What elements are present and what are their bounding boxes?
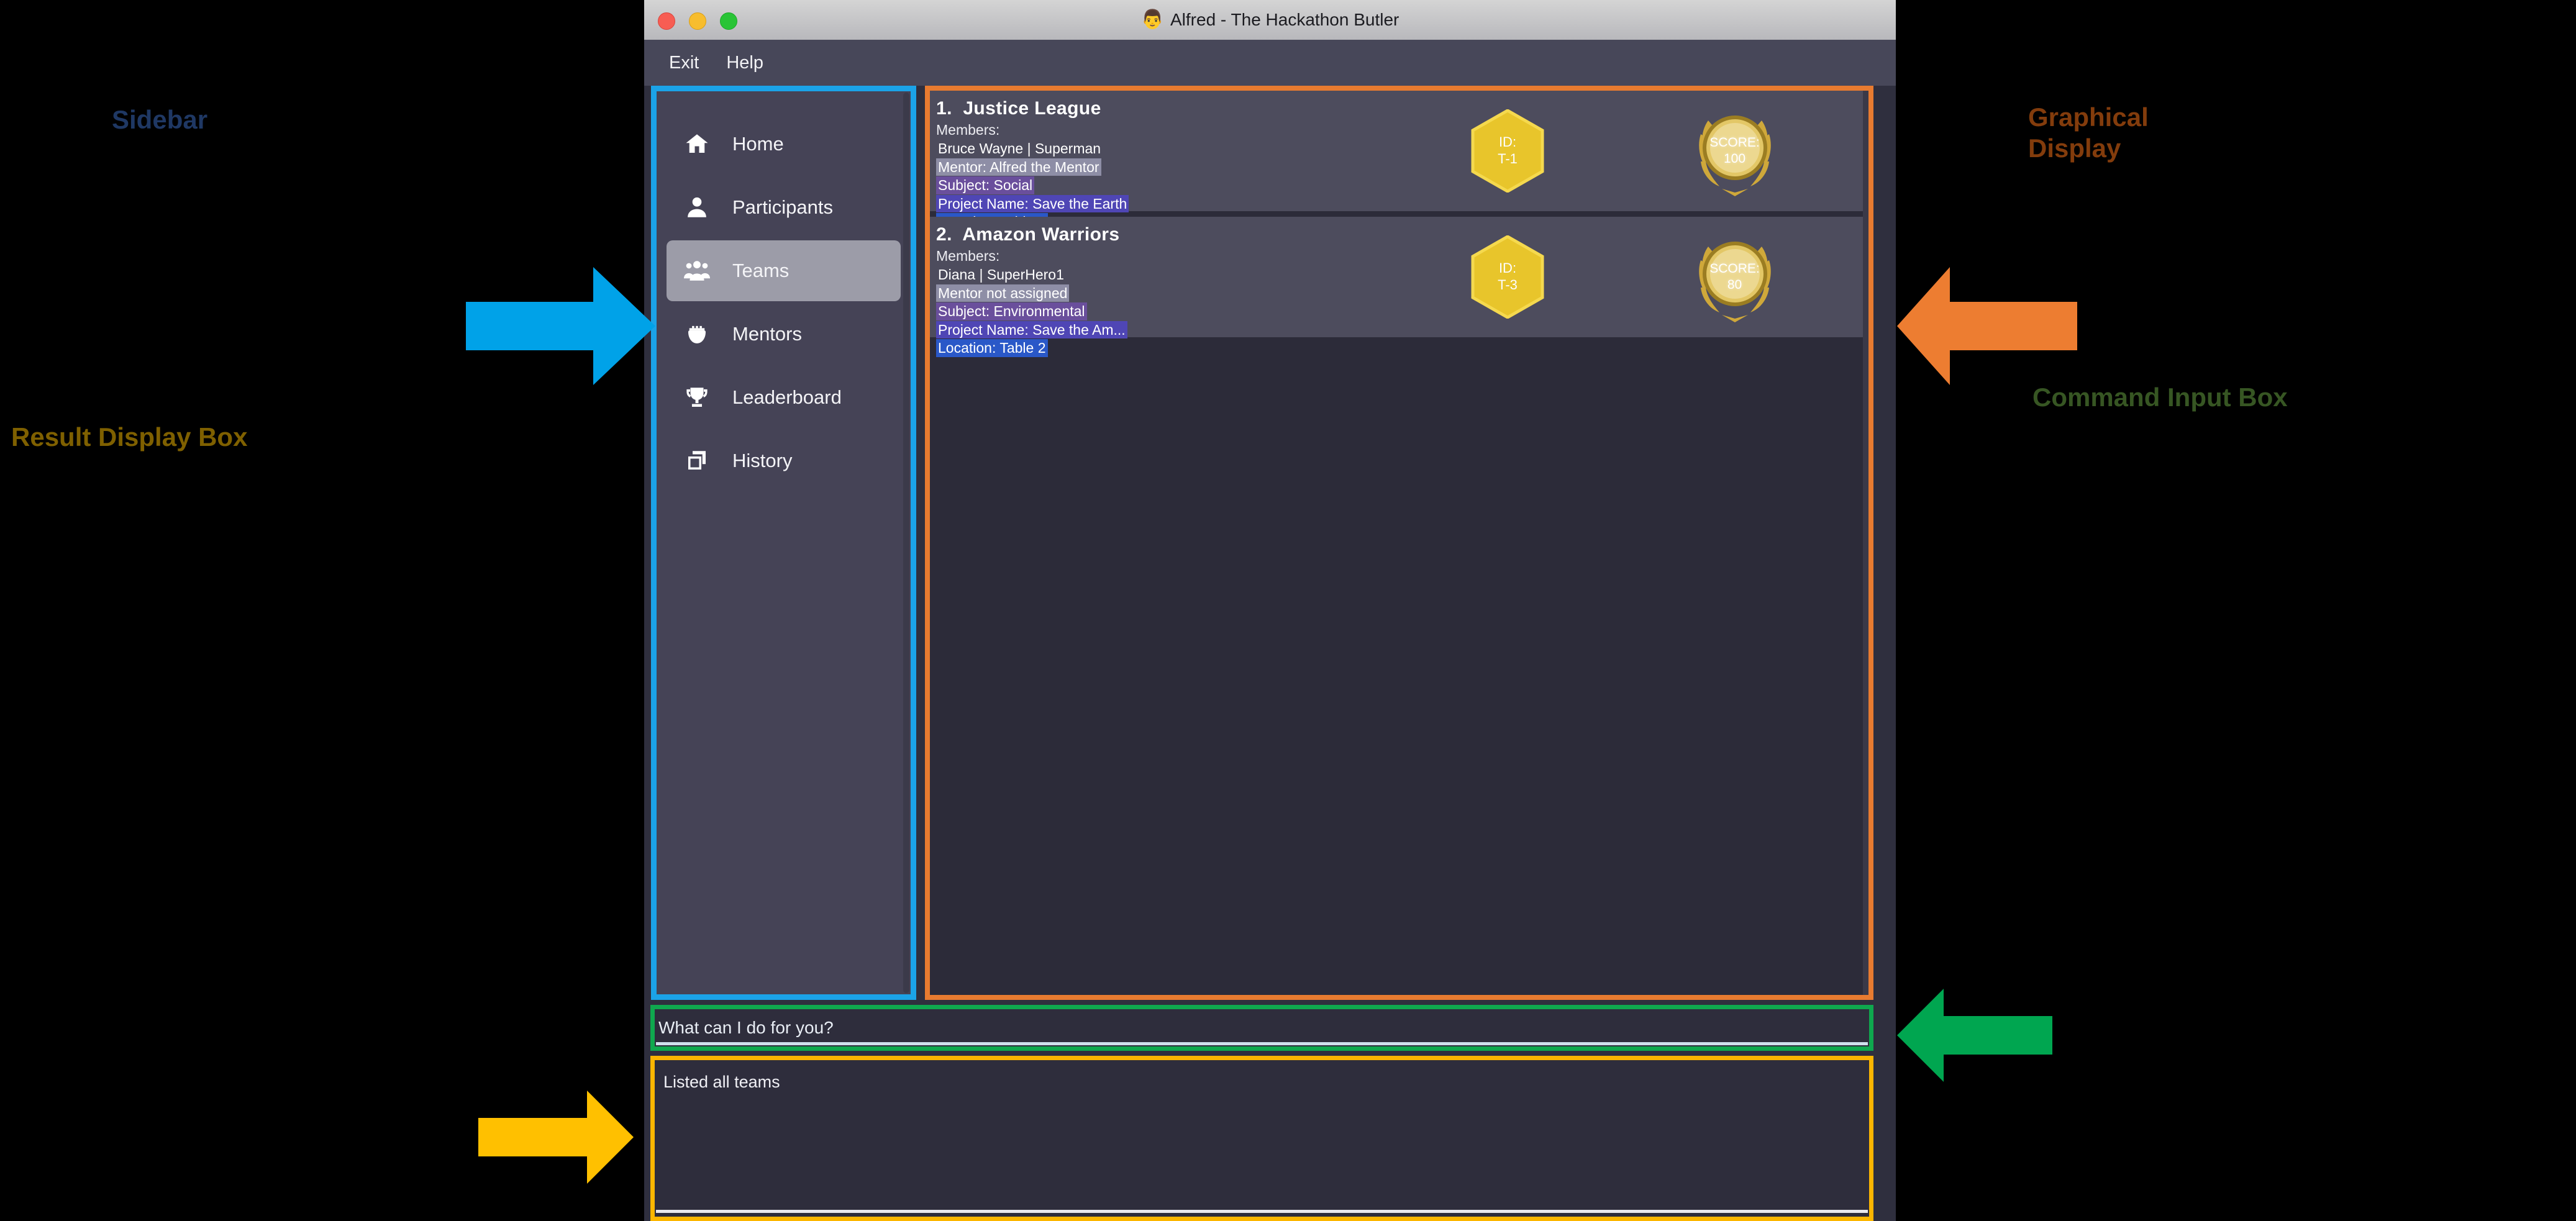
team-subject: Subject: Social: [936, 176, 1035, 194]
team-score-medal-wrap: SCORE: 100: [1601, 91, 1868, 211]
sidebar-item-teams[interactable]: Teams: [667, 240, 901, 301]
home-icon: [678, 131, 716, 157]
team-mentor: Mentor: Alfred the Mentor: [936, 158, 1101, 176]
team-id-badge-wrap: ID: T-3: [1414, 217, 1601, 337]
sidebar-scrollbar[interactable]: [903, 93, 909, 993]
sidebar-item-label: Teams: [732, 260, 790, 281]
person-icon: [678, 194, 716, 220]
team-id-label: ID:: [1498, 260, 1517, 276]
annotation-graphical-display-arrow: [1897, 267, 2077, 385]
result-display-underline: [656, 1210, 1868, 1213]
team-score-value: 100: [1723, 152, 1746, 166]
laurel-medal-icon: SCORE: 80: [1686, 228, 1784, 326]
team-id-badge-wrap: ID: T-1: [1414, 91, 1601, 211]
team-name: Amazon Warriors: [962, 224, 1120, 245]
team-members: Diana | SuperHero1: [938, 266, 1064, 283]
mentor-icon: [678, 321, 716, 347]
menu-bar: Exit Help: [644, 40, 1896, 86]
butler-icon: 👨: [1140, 9, 1164, 30]
team-index: 1.: [936, 98, 952, 119]
command-input-underline: [656, 1042, 1868, 1045]
sidebar-nav-list: Home Participants Teams Mentors Leaderbo…: [657, 91, 911, 491]
team-score-medal-wrap: SCORE: 80: [1601, 217, 1868, 337]
team-mentor: Mentor not assigned: [936, 284, 1070, 302]
sidebar-item-history[interactable]: History: [667, 430, 901, 491]
annotation-command-input-label: Command Input Box: [2032, 383, 2288, 412]
sidebar-item-home[interactable]: Home: [667, 114, 901, 175]
team-index: 2.: [936, 224, 952, 245]
result-display-text: Listed all teams: [663, 1073, 780, 1091]
team-project: Project Name: Save the Earth: [936, 194, 1129, 213]
sidebar-item-label: Mentors: [732, 323, 802, 345]
command-input[interactable]: [655, 1009, 1869, 1046]
sidebar-item-leaderboard[interactable]: Leaderboard: [667, 367, 901, 428]
sidebar: Home Participants Teams Mentors Leaderbo…: [657, 91, 911, 994]
laurel-medal-icon: SCORE: 100: [1686, 102, 1784, 200]
menu-exit[interactable]: Exit: [655, 49, 712, 77]
result-display-highlight-box: Listed all teams: [650, 1056, 1873, 1221]
annotation-sidebar-arrow: [466, 267, 655, 385]
command-input-highlight-box: [650, 1005, 1873, 1051]
copy-stack-icon: [678, 448, 716, 474]
team-score-value: 80: [1727, 278, 1742, 292]
annotation-result-display-arrow: [478, 1091, 634, 1184]
sidebar-item-label: History: [732, 450, 793, 471]
display-scrollbar[interactable]: [1863, 91, 1868, 995]
team-card-text: 1. Justice League Members: Bruce Wayne |…: [930, 91, 1414, 232]
title-bar: 👨 Alfred - The Hackathon Butler: [644, 0, 1896, 40]
sidebar-item-label: Leaderboard: [732, 386, 842, 408]
annotation-sidebar-label: Sidebar: [112, 105, 208, 134]
team-id-value: T-1: [1498, 151, 1518, 166]
team-location: Location: Table 2: [936, 339, 1048, 357]
trophy-icon: [678, 384, 716, 411]
annotation-graphical-display-label: Graphical Display: [2028, 102, 2149, 163]
team-title: 2. Amazon Warriors: [936, 224, 1414, 245]
sidebar-item-label: Participants: [732, 196, 833, 218]
menu-help[interactable]: Help: [712, 49, 777, 77]
team-title: 1. Justice League: [936, 98, 1414, 119]
graphical-display-highlight-box: 1. Justice League Members: Bruce Wayne |…: [925, 86, 1873, 1000]
hexagon-id-badge: ID: T-3: [1471, 235, 1544, 319]
sidebar-highlight-box: Home Participants Teams Mentors Leaderbo…: [651, 86, 916, 1000]
team-members: Bruce Wayne | Superman: [938, 140, 1101, 157]
window-title-text: Alfred - The Hackathon Butler: [1170, 10, 1400, 29]
team-card-text: 2. Amazon Warriors Members: Diana | Supe…: [930, 217, 1414, 358]
members-label: Members:: [936, 248, 1000, 264]
application-window: 👨 Alfred - The Hackathon Butler Exit Hel…: [644, 0, 1896, 1221]
team-score-label: SCORE:: [1709, 261, 1760, 276]
team-project: Project Name: Save the Am...: [936, 320, 1127, 339]
people-group-icon: [678, 258, 716, 284]
team-id-value: T-3: [1498, 277, 1518, 293]
window-title: 👨 Alfred - The Hackathon Butler: [644, 0, 1896, 40]
team-card[interactable]: 1. Justice League Members: Bruce Wayne |…: [930, 91, 1868, 231]
team-card[interactable]: 2. Amazon Warriors Members: Diana | Supe…: [930, 217, 1868, 357]
sidebar-item-label: Home: [732, 133, 784, 155]
sidebar-item-participants[interactable]: Participants: [667, 177, 901, 238]
annotation-command-input-arrow: [1897, 989, 2052, 1082]
team-id-label: ID:: [1498, 134, 1517, 150]
team-name: Justice League: [963, 98, 1101, 119]
annotation-result-display-label: Result Display Box: [11, 422, 248, 452]
graphical-display[interactable]: 1. Justice League Members: Bruce Wayne |…: [930, 91, 1868, 995]
members-label: Members:: [936, 122, 1000, 138]
sidebar-item-mentors[interactable]: Mentors: [667, 304, 901, 365]
team-subject: Subject: Environmental: [936, 302, 1087, 320]
hexagon-id-badge: ID: T-1: [1471, 109, 1544, 193]
team-score-label: SCORE:: [1709, 135, 1760, 150]
